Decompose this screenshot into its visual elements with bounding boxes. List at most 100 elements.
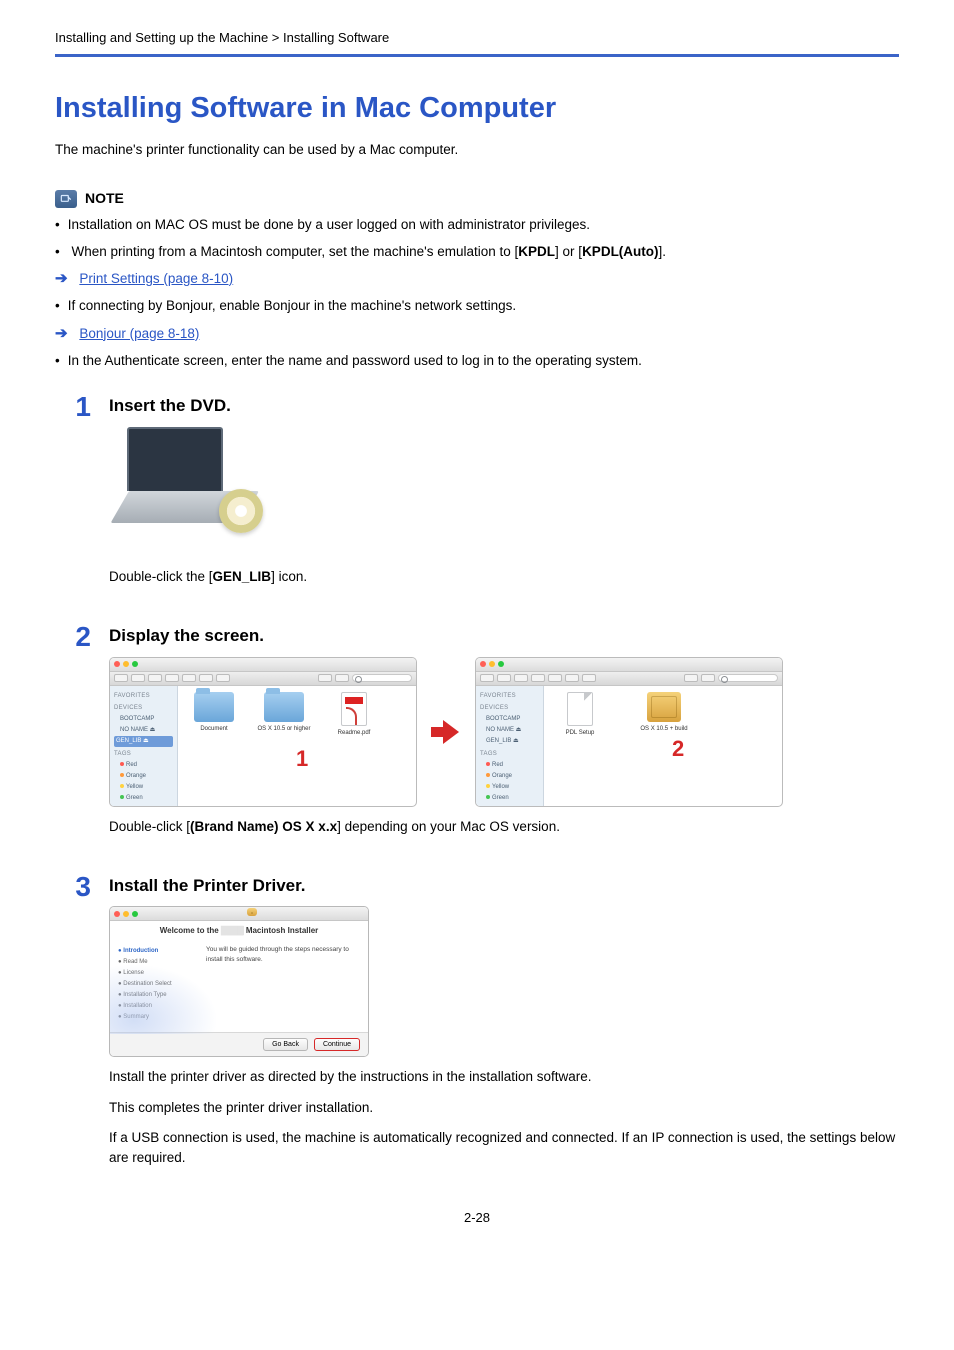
- sidebar-item-bootcamp[interactable]: BOOTCAMP: [114, 714, 173, 725]
- search-input[interactable]: [718, 674, 778, 682]
- label: NO NAME: [486, 727, 514, 733]
- step-number: 2: [55, 623, 91, 847]
- installer-message: You will be guided through the steps nec…: [206, 945, 360, 1024]
- finder-sidebar: FAVORITES DEVICES BOOTCAMP NO NAME ⏏ GEN…: [110, 686, 178, 806]
- tag-yellow[interactable]: Yellow: [114, 782, 173, 793]
- label: GEN_LIB: [486, 738, 511, 744]
- toolbar-button[interactable]: [497, 674, 511, 682]
- tag-green[interactable]: Green: [480, 793, 539, 804]
- toolbar-button[interactable]: [335, 674, 349, 682]
- note-box: NOTE Installation on MAC OS must be done…: [55, 188, 899, 371]
- package-icon: [647, 692, 681, 722]
- tag-red[interactable]: Red: [114, 760, 173, 771]
- toolbar-button[interactable]: [318, 674, 332, 682]
- document-icon: [567, 692, 593, 726]
- installer-step-list: ● Introduction ● Read Me ● License ● Des…: [118, 945, 198, 1024]
- toolbar-button[interactable]: [548, 674, 562, 682]
- sidebar-heading: DEVICES: [114, 704, 173, 713]
- toolbar-button[interactable]: [701, 674, 715, 682]
- toolbar-button[interactable]: [684, 674, 698, 682]
- tag-orange[interactable]: Orange: [114, 771, 173, 782]
- label: OS X 10.5 or higher: [257, 726, 310, 732]
- sidebar-heading: TAGS: [480, 750, 539, 759]
- finder-item-document[interactable]: Document: [184, 692, 244, 800]
- installer-step: ● Summary: [118, 1013, 198, 1022]
- toolbar-button[interactable]: [514, 674, 528, 682]
- step-1: 1 Insert the DVD. Double-click the [GEN_…: [55, 393, 899, 597]
- finder-item-readme[interactable]: Readme.pdf: [324, 692, 384, 800]
- label: Yellow: [126, 784, 143, 790]
- step-title: Install the Printer Driver.: [109, 873, 899, 899]
- page-title: Installing Software in Mac Computer: [55, 87, 899, 131]
- sidebar-item-genlib[interactable]: GEN_LIB ⏏: [114, 736, 173, 747]
- toolbar-button[interactable]: [199, 674, 213, 682]
- tag-yellow[interactable]: Yellow: [480, 782, 539, 793]
- finder-window-right: FAVORITES DEVICES BOOTCAMP NO NAME ⏏ GEN…: [475, 657, 783, 807]
- tag-orange[interactable]: Orange: [480, 771, 539, 782]
- sidebar-item-noname[interactable]: NO NAME ⏏: [480, 725, 539, 736]
- tag-blue[interactable]: Blue: [480, 804, 539, 807]
- step-text: This completes the printer driver instal…: [109, 1098, 899, 1118]
- step-text: Double-click the [GEN_LIB] icon.: [109, 567, 899, 587]
- label: Green: [492, 795, 509, 801]
- toolbar-button[interactable]: [216, 674, 230, 682]
- note-item-link: ➔ Bonjour (page 8-18): [55, 323, 899, 346]
- label: Readme.pdf: [338, 730, 371, 736]
- toolbar-button[interactable]: [182, 674, 196, 682]
- finder-item-osx-pkg[interactable]: OS X 10.5 + build: [634, 692, 694, 800]
- laptop-dvd-illustration: [109, 427, 269, 557]
- installer-step: ● Introduction: [118, 947, 198, 956]
- sidebar-item-genlib[interactable]: GEN_LIB ⏏: [480, 736, 539, 747]
- text-bold: KPDL: [518, 244, 555, 259]
- dvd-icon: [219, 489, 263, 533]
- sidebar-item-noname[interactable]: NO NAME ⏏: [114, 725, 173, 736]
- note-item: In the Authenticate screen, enter the na…: [55, 351, 899, 371]
- print-settings-link[interactable]: Print Settings (page 8-10): [79, 271, 233, 286]
- arrow-icon: ➔: [55, 268, 68, 291]
- label: Red: [126, 762, 137, 768]
- toolbar-button[interactable]: [531, 674, 545, 682]
- text-bold: KPDL(Auto): [582, 244, 658, 259]
- installer-heading: Welcome to the ████ Macintosh Installer: [110, 921, 368, 941]
- toolbar-button[interactable]: [480, 674, 494, 682]
- tag-green[interactable]: Green: [114, 793, 173, 804]
- tag-blue[interactable]: Blue: [114, 804, 173, 807]
- continue-button[interactable]: Continue: [314, 1038, 360, 1051]
- pdf-icon: [341, 692, 367, 726]
- toolbar-button[interactable]: [131, 674, 145, 682]
- installer-step: ● Read Me: [118, 958, 198, 967]
- note-item-link: ➔ Print Settings (page 8-10): [55, 268, 899, 291]
- toolbar-button[interactable]: [114, 674, 128, 682]
- step-text: Install the printer driver as directed b…: [109, 1067, 899, 1087]
- label: Blue: [492, 806, 504, 807]
- go-back-button[interactable]: Go Back: [263, 1038, 308, 1051]
- label: Green: [126, 795, 143, 801]
- folder-icon: [194, 692, 234, 722]
- search-input[interactable]: [352, 674, 412, 682]
- toolbar-button[interactable]: [582, 674, 596, 682]
- sidebar-heading: DEVICES: [480, 704, 539, 713]
- sidebar-item-bootcamp[interactable]: BOOTCAMP: [480, 714, 539, 725]
- step-text: Double-click [(Brand Name) OS X x.x] dep…: [109, 817, 899, 837]
- finder-item-pdlsetup[interactable]: PDL Setup: [550, 692, 610, 800]
- toolbar-button[interactable]: [148, 674, 162, 682]
- toolbar-button[interactable]: [565, 674, 579, 682]
- text-bold: GEN_LIB: [213, 569, 272, 584]
- text-bold: (Brand Name) OS X x.x: [190, 819, 337, 834]
- package-icon: [247, 908, 257, 916]
- installer-step: ● Installation: [118, 1002, 198, 1011]
- label: Orange: [492, 773, 512, 779]
- intro-text: The machine's printer functionality can …: [55, 140, 899, 160]
- bonjour-link[interactable]: Bonjour (page 8-18): [79, 326, 199, 341]
- installer-step: ● License: [118, 969, 198, 978]
- text: ].: [659, 244, 667, 259]
- tag-red[interactable]: Red: [480, 760, 539, 771]
- text: Double-click the [: [109, 569, 213, 584]
- installer-step: ● Destination Select: [118, 980, 198, 989]
- toolbar-button[interactable]: [165, 674, 179, 682]
- note-label: NOTE: [85, 188, 124, 209]
- step-title: Insert the DVD.: [109, 393, 899, 419]
- text: When printing from a Macintosh computer,…: [72, 244, 519, 259]
- note-item: If connecting by Bonjour, enable Bonjour…: [55, 296, 899, 316]
- label: Document: [200, 726, 227, 732]
